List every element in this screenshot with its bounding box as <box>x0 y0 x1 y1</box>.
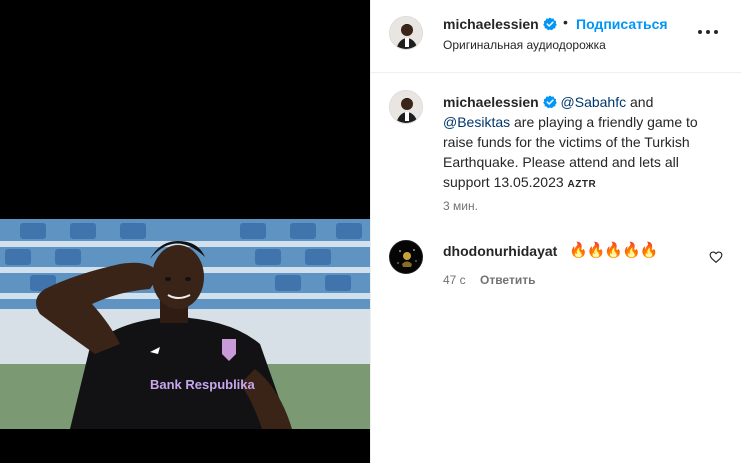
caption-timestamp[interactable]: 3 мин. <box>443 199 478 213</box>
more-options-icon[interactable] <box>697 22 719 42</box>
commenter-avatar[interactable] <box>389 240 423 274</box>
video-still-image: Bank Respublika <box>0 219 370 429</box>
header-separator: • <box>563 14 568 30</box>
caption-text-part-1: and <box>626 94 654 110</box>
verified-badge-icon <box>543 17 557 31</box>
commenter-username[interactable]: dhodonurhidayat <box>443 243 557 259</box>
comment-timestamp[interactable]: 47 с <box>443 273 466 287</box>
caption-username[interactable]: michaelessien <box>443 94 539 110</box>
post-header: michaelessien • Подписаться Оригинальная… <box>371 0 741 73</box>
follow-button[interactable]: Подписаться <box>576 16 668 32</box>
caption-text: michaelessien @Sabahfc and @Besiktas are… <box>443 92 718 195</box>
author-username[interactable]: michaelessien <box>443 16 539 32</box>
audio-track-link[interactable]: Оригинальная аудиодорожка <box>443 38 606 52</box>
caption-tag: AZTR <box>567 179 597 190</box>
post-sidebar: michaelessien • Подписаться Оригинальная… <box>370 0 741 463</box>
post-media[interactable]: Bank Respublika <box>0 0 370 463</box>
heart-icon[interactable] <box>709 250 723 264</box>
svg-text:Bank Respublika: Bank Respublika <box>150 377 256 392</box>
video-frame[interactable]: Bank Respublika <box>0 219 370 429</box>
comment-text: 🔥🔥🔥🔥🔥 <box>569 242 658 259</box>
reply-button[interactable]: Ответить <box>480 273 535 287</box>
author-avatar[interactable] <box>389 16 423 50</box>
caption-verified-badge-icon <box>542 95 557 109</box>
mention-sabahfc[interactable]: @Sabahfc <box>561 94 627 110</box>
mention-besiktas[interactable]: @Besiktas <box>443 114 510 130</box>
caption-author-avatar[interactable] <box>389 90 423 124</box>
